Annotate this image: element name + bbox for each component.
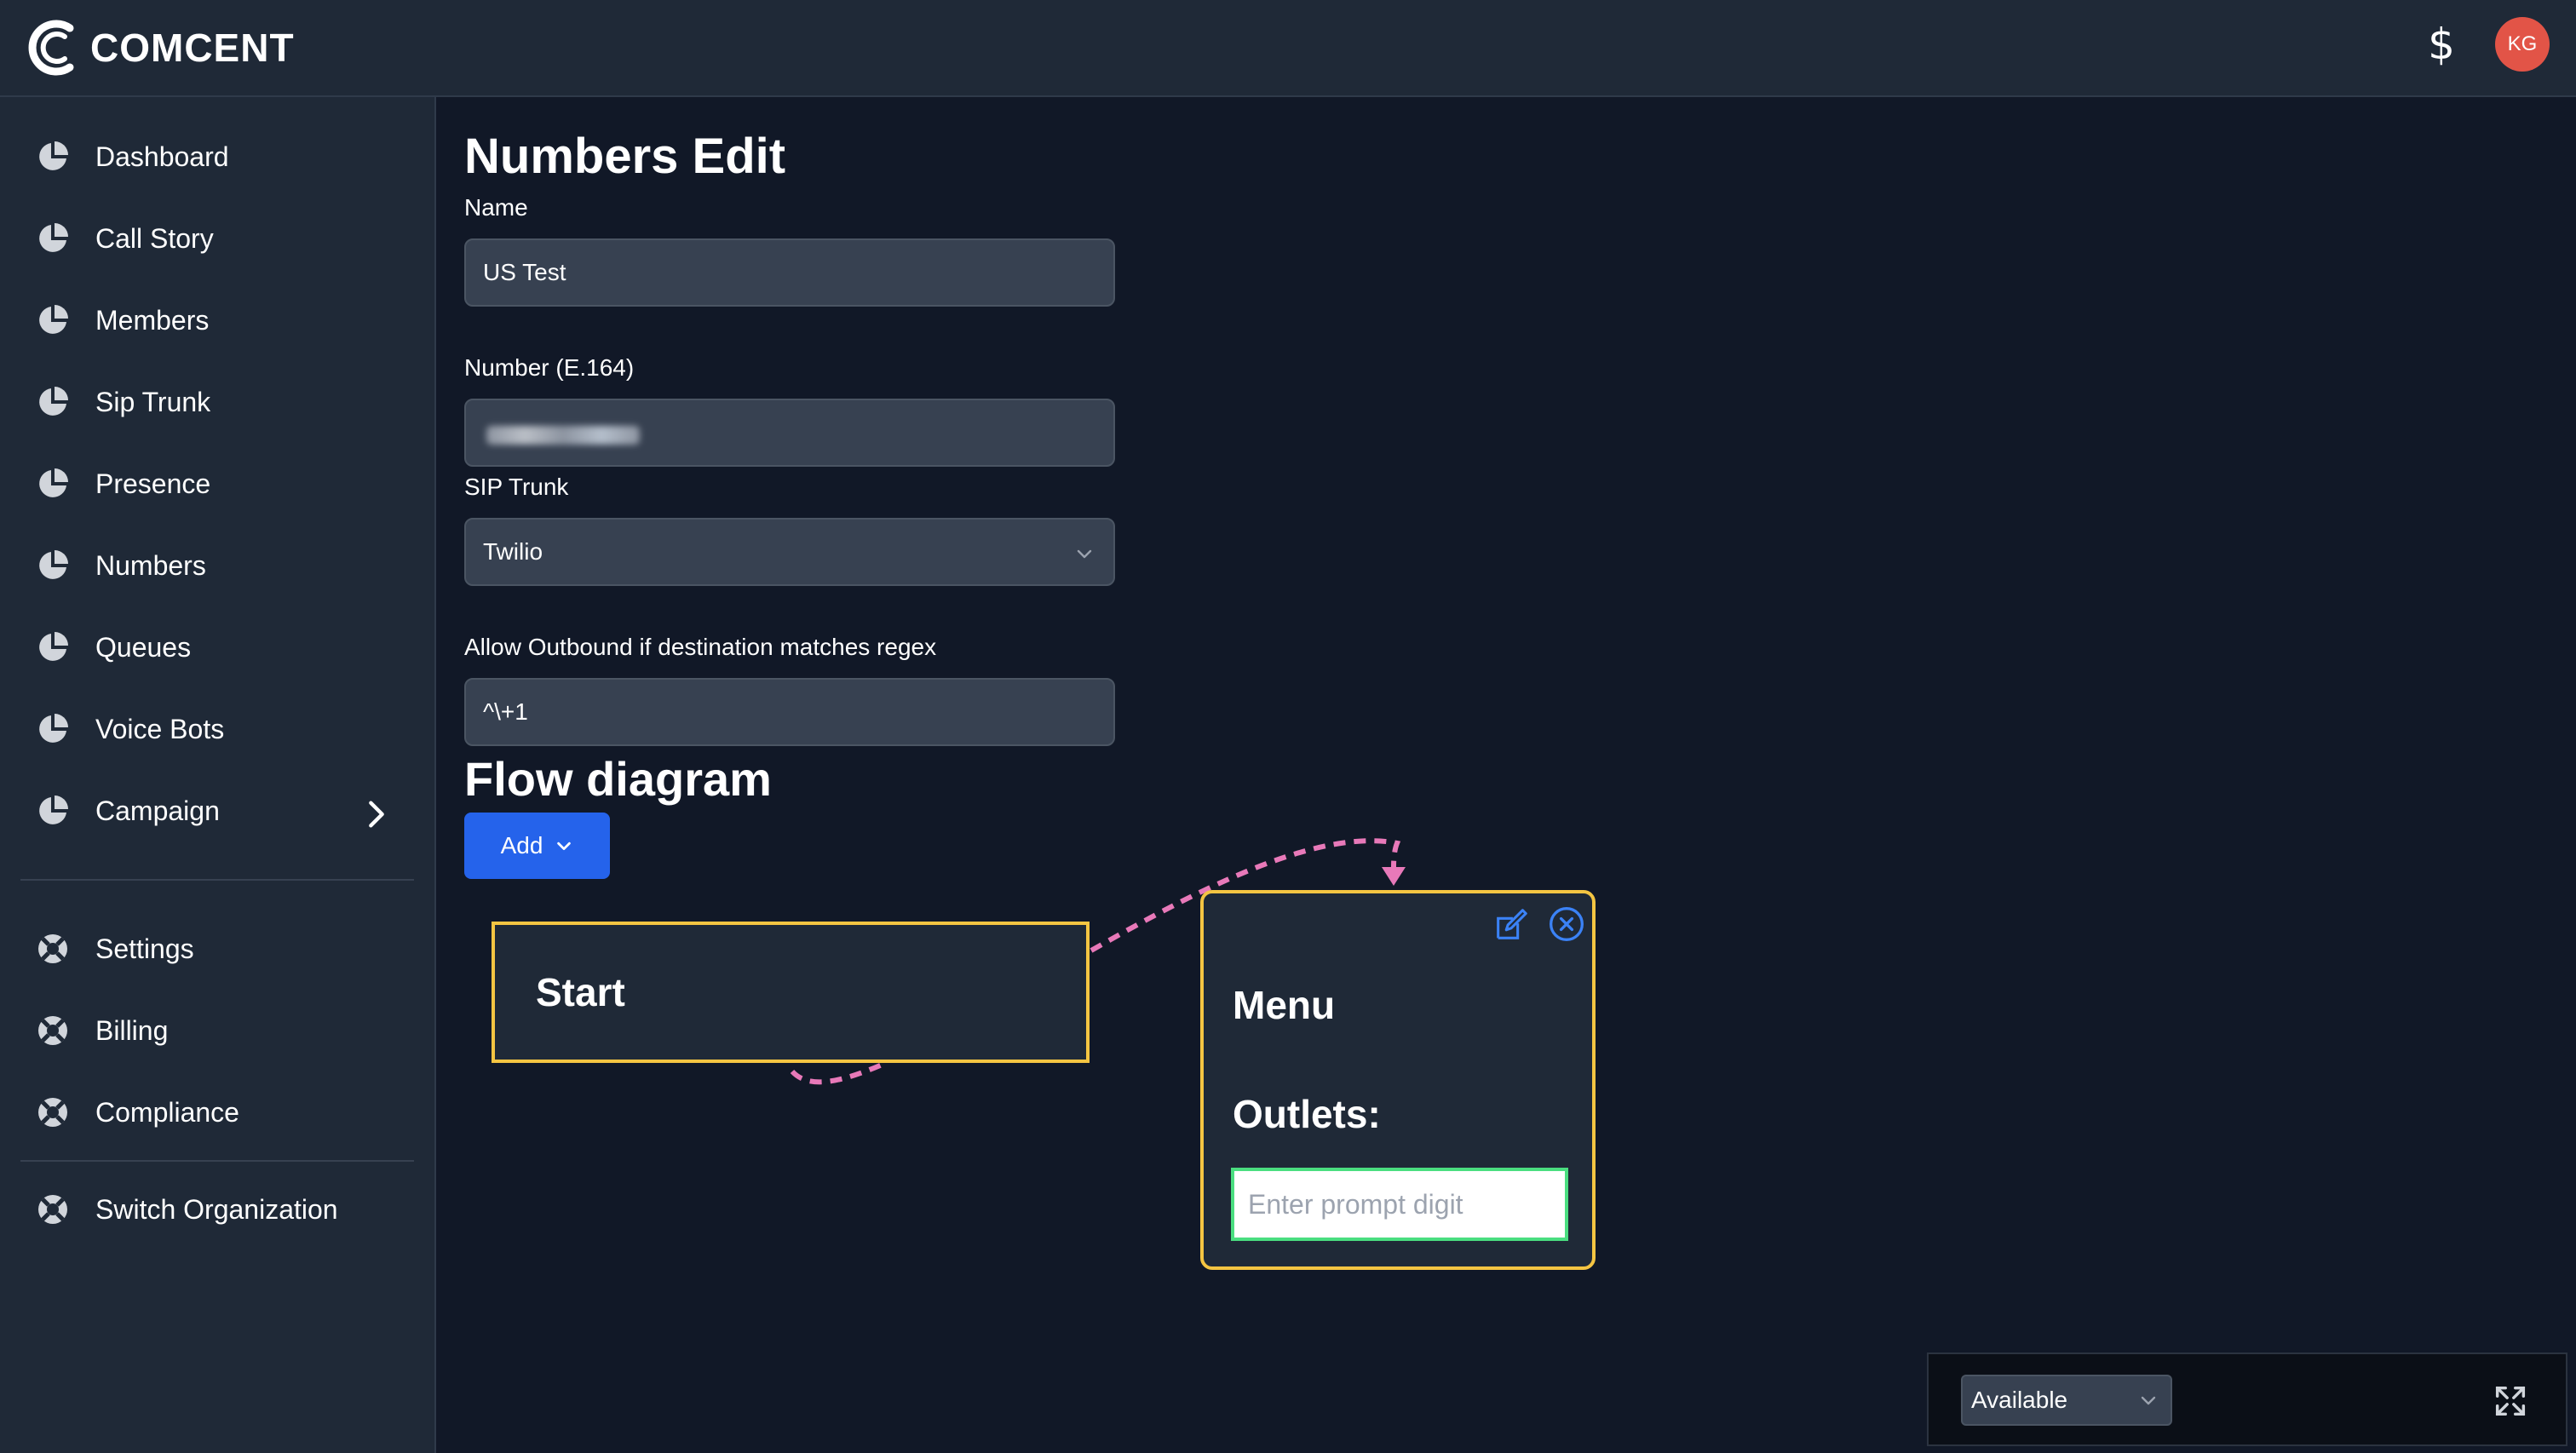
sidebar-item-campaign[interactable]: Campaign <box>36 785 411 836</box>
sidebar-item-voice-bots[interactable]: Voice Bots <box>36 704 411 755</box>
brand-logo[interactable]: COMCENT <box>26 12 295 83</box>
sidebar-item-label: Dashboard <box>95 141 229 172</box>
sidebar-item-label: Switch Organization <box>95 1193 338 1225</box>
name-label: Name <box>464 194 528 221</box>
sidebar-divider <box>20 879 414 881</box>
chevron-down-icon <box>1077 549 1092 559</box>
pie-chart-icon <box>39 468 68 497</box>
flow-diagram-title: Flow diagram <box>464 752 772 806</box>
number-input[interactable] <box>464 399 1115 467</box>
agent-status-panel: Available <box>1927 1352 2567 1446</box>
lifebuoy-icon <box>38 1098 67 1127</box>
chevron-right-icon[interactable] <box>359 797 394 831</box>
outbound-regex-input[interactable] <box>464 678 1115 746</box>
sidebar-item-label: Settings <box>95 933 194 964</box>
sidebar-item-dashboard[interactable]: Dashboard <box>36 131 411 182</box>
pie-chart-icon <box>39 550 68 579</box>
redacted-number <box>486 426 640 445</box>
sidebar-item-label: Campaign <box>95 795 220 826</box>
pie-chart-icon <box>39 795 68 824</box>
sidebar-item-label: Presence <box>95 468 211 499</box>
sidebar-item-presence[interactable]: Presence <box>36 458 411 509</box>
sidebar: Dashboard Call Story Members Sip Trunk P… <box>0 97 436 1453</box>
sidebar-item-label: Compliance <box>95 1096 239 1128</box>
lifebuoy-icon <box>38 1195 67 1224</box>
flow-node-start[interactable]: Start <box>492 922 1090 1063</box>
brand-name: COMCENT <box>90 26 295 70</box>
menu-node-title: Menu <box>1233 983 1336 1027</box>
start-node-title: Start <box>536 970 625 1014</box>
prompt-digit-input[interactable] <box>1231 1168 1568 1241</box>
sidebar-item-label: Members <box>95 304 210 336</box>
pie-chart-icon <box>39 714 68 743</box>
lifebuoy-icon <box>38 1016 67 1045</box>
flow-edge-arrowhead <box>1382 867 1406 886</box>
expand-icon[interactable] <box>2491 1381 2530 1421</box>
pie-chart-icon <box>39 141 68 170</box>
sidebar-item-members[interactable]: Members <box>36 295 411 346</box>
flow-node-menu[interactable]: Menu Outlets: <box>1200 890 1596 1270</box>
number-label: Number (E.164) <box>464 354 635 381</box>
sidebar-item-call-story[interactable]: Call Story <box>36 213 411 264</box>
sidebar-item-queues[interactable]: Queues <box>36 622 411 673</box>
comcent-logo-icon <box>28 20 74 76</box>
sip-trunk-select[interactable]: Twilio <box>464 518 1115 586</box>
outbound-regex-label: Allow Outbound if destination matches re… <box>464 634 937 660</box>
pie-chart-icon <box>39 387 68 416</box>
page-title: Numbers Edit <box>464 129 786 184</box>
sidebar-item-compliance[interactable]: Compliance <box>36 1087 411 1138</box>
lifebuoy-icon <box>38 934 67 963</box>
sidebar-item-label: Sip Trunk <box>95 386 211 417</box>
pie-chart-icon <box>39 223 68 252</box>
top-bar: COMCENT $ KG <box>0 0 2576 97</box>
status-value: Available <box>1971 1387 2068 1413</box>
sidebar-item-sip-trunk[interactable]: Sip Trunk <box>36 376 411 428</box>
sidebar-item-billing[interactable]: Billing <box>36 1005 411 1056</box>
sidebar-item-label: Billing <box>95 1014 169 1046</box>
close-icon[interactable] <box>1548 905 1585 943</box>
sip-trunk-label: SIP Trunk <box>464 474 569 500</box>
sidebar-item-label: Queues <box>95 631 192 663</box>
sip-trunk-value: Twilio <box>483 538 543 565</box>
name-input[interactable] <box>464 238 1115 307</box>
add-button[interactable]: Add <box>464 813 610 879</box>
sidebar-item-switch-organization[interactable]: Switch Organization <box>36 1184 411 1235</box>
sidebar-item-label: Voice Bots <box>95 713 225 744</box>
outlets-label: Outlets: <box>1233 1092 1381 1136</box>
flow-edge-start-loop <box>790 1060 888 1085</box>
chevron-down-icon <box>557 841 572 851</box>
avatar[interactable]: KG <box>2495 17 2550 72</box>
sidebar-divider <box>20 1160 414 1162</box>
add-button-label: Add <box>500 832 543 859</box>
dollar-icon[interactable]: $ <box>2416 17 2467 72</box>
sidebar-item-numbers[interactable]: Numbers <box>36 540 411 591</box>
edit-icon[interactable] <box>1492 905 1531 945</box>
pie-chart-icon <box>39 632 68 661</box>
sidebar-item-label: Call Story <box>95 222 214 254</box>
status-select[interactable]: Available <box>1961 1375 2172 1426</box>
sidebar-item-label: Numbers <box>95 549 206 581</box>
sidebar-item-settings[interactable]: Settings <box>36 923 411 974</box>
chevron-down-icon <box>2141 1396 2156 1405</box>
pie-chart-icon <box>39 305 68 334</box>
